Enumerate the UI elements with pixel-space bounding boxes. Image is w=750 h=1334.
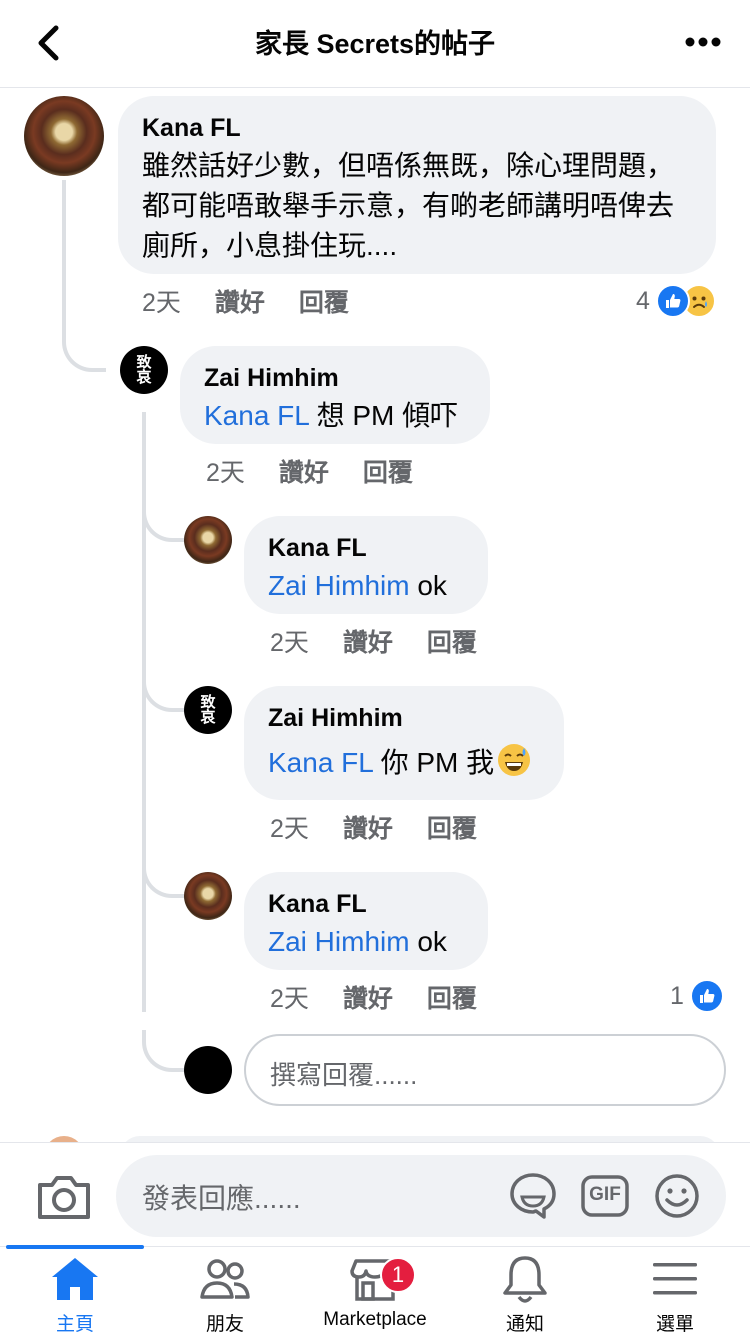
comment-bubble[interactable]: Zai Himhim Kana FL 想 PM 傾吓 bbox=[180, 346, 490, 444]
more-dots-icon bbox=[685, 37, 721, 47]
mention-link[interactable]: Kana FL bbox=[268, 747, 373, 778]
avatar-text: 哀 bbox=[136, 369, 152, 386]
thread-curve bbox=[142, 1030, 184, 1072]
tab-notifications[interactable]: 通知 bbox=[450, 1247, 600, 1334]
comment-time[interactable]: 2天 bbox=[270, 979, 309, 1015]
thread-curve bbox=[142, 670, 184, 712]
comment-author[interactable]: Kana FL bbox=[142, 112, 696, 144]
thread-curve bbox=[142, 500, 184, 542]
mention-link[interactable]: Zai Himhim bbox=[268, 926, 410, 957]
tab-label: 通知 bbox=[505, 1314, 544, 1334]
thumbs-up-icon bbox=[655, 284, 690, 318]
tab-menu[interactable]: 選單 bbox=[600, 1247, 750, 1334]
thumbs-up-icon bbox=[689, 979, 724, 1013]
current-user-avatar bbox=[184, 1046, 232, 1094]
avatar-text: 致 bbox=[136, 354, 152, 371]
top-bar: 家長 Secrets的帖子 bbox=[0, 0, 750, 88]
emoji-button[interactable] bbox=[652, 1171, 702, 1221]
like-button[interactable]: 讚好 bbox=[215, 283, 265, 319]
comment-actions: 2天 讚好 回覆 bbox=[270, 624, 511, 658]
bell-icon bbox=[503, 1256, 547, 1303]
avatar[interactable] bbox=[24, 96, 104, 176]
avatar-text: 哀 bbox=[200, 709, 216, 726]
comment-author[interactable]: Zai Himhim bbox=[268, 702, 540, 734]
home-icon bbox=[52, 1258, 98, 1300]
tab-label: Marketplace bbox=[323, 1309, 427, 1330]
comment-author[interactable]: Kana FL bbox=[268, 532, 464, 564]
comment-time[interactable]: 2天 bbox=[206, 453, 245, 489]
avatar[interactable] bbox=[184, 872, 232, 920]
reaction-count: 1 bbox=[670, 981, 684, 1010]
avatar-text: 致 bbox=[200, 694, 216, 711]
comment-actions: 2天 讚好 回覆 bbox=[270, 810, 511, 844]
reply-button[interactable]: 回覆 bbox=[299, 283, 349, 319]
comment-bubble[interactable]: Kana FL Zai Himhim ok bbox=[244, 516, 488, 614]
reply-button[interactable]: 回覆 bbox=[427, 809, 477, 845]
tab-label: 選單 bbox=[655, 1314, 694, 1334]
avatar[interactable]: 致 哀 bbox=[184, 686, 232, 734]
tab-label: 主頁 bbox=[55, 1314, 94, 1334]
hamburger-icon bbox=[653, 1263, 697, 1295]
reaction-summary[interactable]: 4 bbox=[636, 283, 716, 319]
tab-friends[interactable]: 朋友 bbox=[150, 1247, 300, 1334]
thread-line bbox=[62, 180, 66, 330]
like-button[interactable]: 讚好 bbox=[343, 809, 393, 845]
grinning-sweat-emoji-icon bbox=[498, 744, 531, 776]
comment-time[interactable]: 2天 bbox=[270, 809, 309, 845]
comment-text: ok bbox=[409, 926, 447, 957]
sticker-icon bbox=[510, 1173, 556, 1219]
comment-text: 雖然話好少數，但唔係無既，除心理問題，都可能唔敢舉手示意，有啲老師講明唔俾去廁所… bbox=[142, 150, 675, 261]
comment-time[interactable]: 2天 bbox=[270, 623, 309, 659]
reply-placeholder: 撰寫回覆...... bbox=[270, 1060, 418, 1090]
comment-text: 想 PM 傾吓 bbox=[308, 400, 459, 431]
bottom-tab-bar: 主頁 朋友 1 Marketplace 通知 選單 bbox=[0, 1245, 750, 1334]
like-button[interactable]: 讚好 bbox=[343, 979, 393, 1015]
comment-bubble[interactable]: Kana FL Zai Himhim ok bbox=[244, 872, 488, 970]
camera-icon bbox=[38, 1176, 90, 1219]
camera-button[interactable] bbox=[36, 1173, 92, 1221]
reply-button[interactable]: 回覆 bbox=[363, 453, 413, 489]
comment-composer: 發表回應...... GIF bbox=[0, 1142, 750, 1246]
friends-icon bbox=[200, 1259, 250, 1299]
tab-home[interactable]: 主頁 bbox=[0, 1247, 150, 1334]
page-title: 家長 Secrets的帖子 bbox=[254, 29, 496, 59]
comment-input[interactable]: 發表回應...... GIF bbox=[116, 1155, 726, 1237]
comment-text: 你 PM 我 bbox=[372, 747, 495, 778]
comment-author[interactable]: Zai Himhim bbox=[204, 362, 466, 394]
like-button[interactable]: 讚好 bbox=[279, 453, 329, 489]
reply-button[interactable]: 回覆 bbox=[427, 623, 477, 659]
mention-link[interactable]: Kana FL bbox=[204, 400, 309, 431]
thread-curve bbox=[142, 856, 184, 898]
more-button[interactable] bbox=[678, 20, 728, 64]
reply-button[interactable]: 回覆 bbox=[427, 979, 477, 1015]
tab-label: 朋友 bbox=[205, 1314, 244, 1334]
like-button[interactable]: 讚好 bbox=[343, 623, 393, 659]
mention-link[interactable]: Zai Himhim bbox=[268, 570, 410, 601]
comment-bubble[interactable]: Kana FL 雖然話好少數，但唔係無既，除心理問題，都可能唔敢舉手示意，有啲老… bbox=[118, 96, 716, 274]
comment-time[interactable]: 2天 bbox=[142, 283, 181, 319]
tab-marketplace[interactable]: 1 Marketplace bbox=[300, 1247, 450, 1334]
avatar[interactable] bbox=[184, 516, 232, 564]
comment-bubble[interactable]: Zai Himhim Kana FL 你 PM 我 bbox=[244, 686, 564, 800]
gif-label: GIF bbox=[589, 1184, 621, 1205]
sticker-button[interactable] bbox=[508, 1171, 558, 1221]
comment-author[interactable]: Kana FL bbox=[268, 888, 464, 920]
comment-placeholder: 發表回應...... bbox=[142, 1183, 301, 1214]
smiley-icon bbox=[655, 1174, 699, 1218]
gif-button[interactable]: GIF bbox=[580, 1171, 630, 1221]
comment-text: ok bbox=[409, 570, 447, 601]
comment-actions: 2天 讚好 回覆 bbox=[270, 980, 511, 1014]
reaction-count: 4 bbox=[636, 286, 650, 315]
comment-actions: 2天 讚好 回覆 bbox=[206, 454, 447, 488]
reply-input[interactable]: 撰寫回覆...... bbox=[244, 1034, 726, 1106]
comment-actions: 2天 讚好 回覆 bbox=[142, 284, 383, 318]
notification-badge: 1 bbox=[380, 1257, 416, 1293]
avatar[interactable]: 致 哀 bbox=[120, 346, 168, 394]
reaction-summary[interactable]: 1 bbox=[670, 978, 724, 1014]
thread-curve bbox=[62, 320, 106, 372]
